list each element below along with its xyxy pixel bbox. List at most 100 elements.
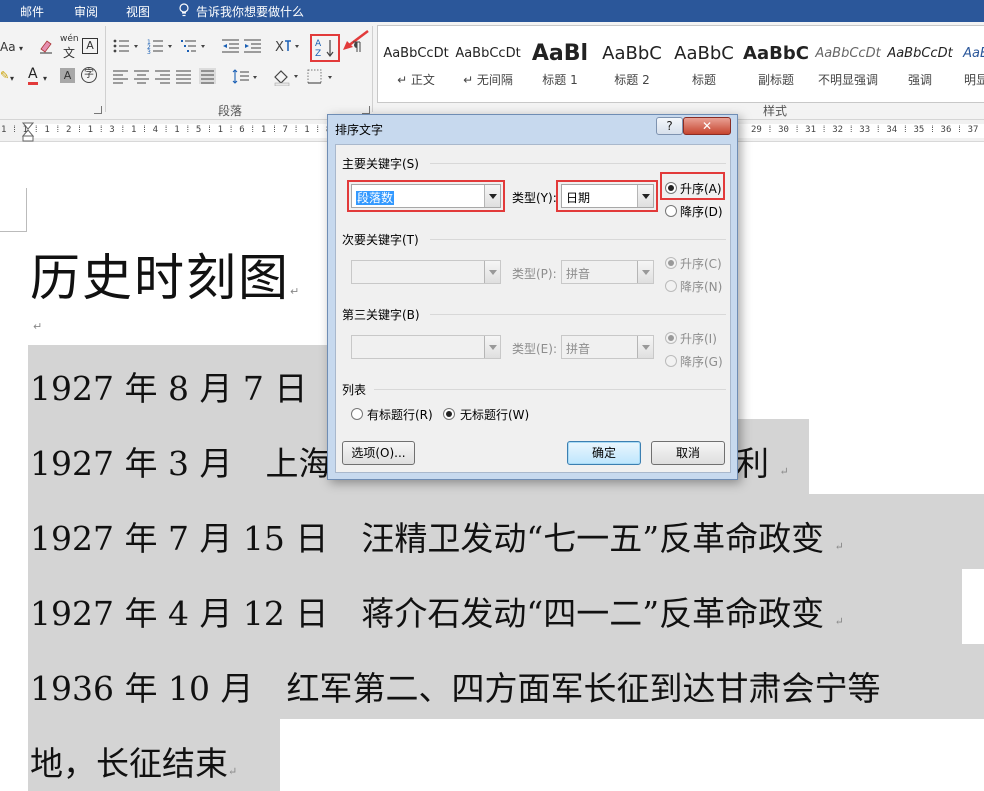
style-title[interactable]: AaBbC 标题 <box>668 26 740 102</box>
paragraph-mark-icon: ↵ <box>228 765 238 778</box>
tertiary-ascending-label[interactable]: 升序(I) <box>680 330 717 347</box>
primary-key-label: 主要关键字(S) <box>342 157 419 171</box>
tertiary-type-select[interactable]: 拼音 <box>561 335 654 359</box>
chevron-down-icon[interactable] <box>637 336 653 358</box>
divider <box>374 389 726 390</box>
phonetic-guide-button[interactable]: wén <box>60 34 79 44</box>
secondary-type-select[interactable]: 拼音 <box>561 260 654 284</box>
paragraph-mark-icon: ↵ <box>834 540 844 553</box>
increase-indent-icon[interactable] <box>244 38 262 54</box>
tertiary-descending-label[interactable]: 降序(G) <box>680 353 723 370</box>
style-no-spacing[interactable]: AaBbCcDt ↵ 无间隔 <box>452 26 524 102</box>
help-button[interactable]: ? <box>656 117 683 135</box>
shading-icon[interactable] <box>273 68 301 86</box>
secondary-key-select[interactable] <box>351 260 501 284</box>
chevron-down-icon[interactable] <box>637 261 653 283</box>
doc-line-1[interactable]: 1927 年 8 月 7 日 <box>30 362 307 410</box>
style-emphasis[interactable]: AaBbCcDt 强调 <box>884 26 956 102</box>
doc-line-2[interactable]: 1927 年 3 月 上海 <box>30 437 331 485</box>
style-heading-1[interactable]: AaBl 标题 1 <box>524 26 596 102</box>
menu-mailings[interactable]: 邮件 <box>20 3 44 20</box>
menu-view[interactable]: 视图 <box>126 3 150 20</box>
paragraph-mark-icon: ↵ <box>834 615 844 628</box>
highlight-icon[interactable]: ✎ <box>0 69 10 82</box>
ribbon: Aa ▾ wén 文 A ✎ ▾ A ▾ A 字 123 X A Z 段落 Aa… <box>0 22 984 120</box>
annotation-box <box>556 180 658 212</box>
change-case-button[interactable]: Aa <box>0 40 16 54</box>
no-header-row-radio[interactable] <box>443 408 455 420</box>
style-subtitle[interactable]: AaBbC 副标题 <box>740 26 812 102</box>
chevron-down-icon: ▾ <box>19 44 24 53</box>
align-left-icon[interactable] <box>113 70 129 84</box>
svg-text:X: X <box>275 40 284 54</box>
divider <box>430 163 726 164</box>
multilevel-list-icon[interactable] <box>181 38 211 54</box>
font-color-icon[interactable]: A <box>28 67 38 85</box>
no-header-row-label[interactable]: 无标题行(W) <box>460 406 529 423</box>
distributed-icon[interactable] <box>199 68 217 85</box>
secondary-type-label: 类型(P): <box>512 267 557 281</box>
phonetic-char-icon: 文 <box>63 46 76 60</box>
tertiary-key-label: 第三关键字(B) <box>342 308 420 322</box>
primary-descending-label[interactable]: 降序(D) <box>680 203 723 220</box>
secondary-ascending-radio[interactable] <box>665 257 677 269</box>
align-center-icon[interactable] <box>134 70 150 84</box>
line-spacing-icon[interactable] <box>232 69 260 85</box>
chevron-down-icon[interactable] <box>484 261 500 283</box>
dialog-title: 排序文字 <box>335 123 384 137</box>
style-heading-2[interactable]: AaBbC 标题 2 <box>596 26 668 102</box>
justify-icon[interactable] <box>176 70 192 84</box>
secondary-key-label: 次要关键字(T) <box>342 233 419 247</box>
tertiary-type-label: 类型(E): <box>512 342 557 356</box>
align-right-icon[interactable] <box>155 70 171 84</box>
tell-me-search[interactable]: 告诉我你想要做什么 <box>196 3 304 20</box>
style-normal[interactable]: AaBbCcDt ↵ 正文 <box>380 26 452 102</box>
style-intense-emphasis[interactable]: AaB 明显 <box>956 26 984 102</box>
close-button[interactable]: ✕ <box>683 117 731 135</box>
sort-text-dialog: 排序文字 ? ✕ 主要关键字(S) 段落数 类型(Y): 日期 升序(A) 降序… <box>327 114 738 480</box>
header-row-radio[interactable] <box>351 408 363 420</box>
paragraph-dialog-launcher[interactable] <box>362 106 370 114</box>
doc-line-4[interactable]: 1927 年 4 月 12 日 蒋介石发动“四一二”反革命政变 ↵ <box>30 587 844 635</box>
tertiary-descending-radio[interactable] <box>665 355 677 367</box>
font-dialog-launcher[interactable] <box>94 106 102 114</box>
secondary-descending-label[interactable]: 降序(N) <box>680 278 722 295</box>
chinese-layout-icon[interactable]: X <box>275 38 303 54</box>
paragraph-mark-icon: ↵ <box>33 320 43 333</box>
ruler-ticks-right: 29 ⁞ 30 ⁞ 31 ⁞ 32 ⁞ 33 ⁞ 34 ⁞ 35 ⁞ 36 ⁞ … <box>751 125 984 135</box>
doc-line-5[interactable]: 1936 年 10 月 红军第二、四方面军长征到达甘肃会宁等 <box>30 662 880 710</box>
paragraph-mark-icon: ↵ <box>290 285 302 298</box>
char-border-icon[interactable]: A <box>82 38 98 54</box>
menu-review[interactable]: 审阅 <box>74 3 98 20</box>
decrease-indent-icon[interactable] <box>222 38 240 54</box>
doc-line-3[interactable]: 1927 年 7 月 15 日 汪精卫发动“七一五”反革命政变 ↵ <box>30 512 844 560</box>
tertiary-key-select[interactable] <box>351 335 501 359</box>
cancel-button[interactable]: 取消 <box>651 441 725 465</box>
chevron-down-icon[interactable] <box>484 336 500 358</box>
bullets-icon[interactable] <box>113 38 145 54</box>
primary-descending-radio[interactable] <box>665 205 677 217</box>
secondary-ascending-label[interactable]: 升序(C) <box>680 255 722 272</box>
clear-format-icon[interactable] <box>38 38 54 54</box>
chevron-down-icon: ▾ <box>10 74 15 83</box>
borders-icon[interactable] <box>307 69 337 85</box>
style-subtle-emphasis[interactable]: AaBbCcDt 不明显强调 <box>812 26 884 102</box>
dialog-body: 主要关键字(S) 段落数 类型(Y): 日期 升序(A) 降序(D) 次要关键字… <box>335 144 731 473</box>
list-label: 列表 <box>342 383 367 397</box>
sort-button[interactable]: A Z <box>310 34 340 62</box>
char-shading-icon[interactable]: A <box>60 68 75 83</box>
document-title[interactable]: 历史时刻图↵ <box>30 238 301 310</box>
secondary-descending-radio[interactable] <box>665 280 677 292</box>
svg-text:3: 3 <box>147 49 151 54</box>
doc-line-6[interactable]: 地，长征结束↵ <box>30 737 237 785</box>
show-marks-icon[interactable] <box>350 40 364 54</box>
primary-type-label: 类型(Y): <box>512 191 557 205</box>
enclose-char-icon[interactable]: 字 <box>81 67 97 83</box>
dialog-titlebar[interactable]: 排序文字 ? ✕ <box>328 115 737 141</box>
ok-button[interactable]: 确定 <box>567 441 641 465</box>
options-button[interactable]: 选项(O)... <box>342 441 415 465</box>
tertiary-ascending-radio[interactable] <box>665 332 677 344</box>
numbering-icon[interactable]: 123 <box>147 38 179 54</box>
doc-line-2-tail[interactable]: 利 ↵ <box>736 437 789 485</box>
header-row-label[interactable]: 有标题行(R) <box>367 406 433 423</box>
